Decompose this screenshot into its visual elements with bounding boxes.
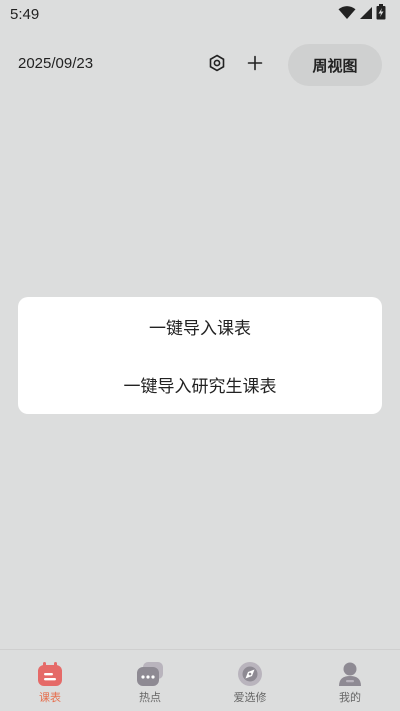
nav-label-schedule: 课表 [39, 691, 61, 704]
settings-hexagon-icon [208, 54, 226, 76]
add-button[interactable] [242, 52, 268, 78]
top-header: 2025/09/23 周视图 [0, 44, 400, 86]
status-bar: 5:49 [0, 0, 400, 28]
settings-button[interactable] [204, 52, 230, 78]
import-popup: 一键导入课表 一键导入研究生课表 [18, 297, 382, 414]
nav-label-hot: 热点 [139, 691, 161, 704]
status-icons [338, 4, 386, 24]
nav-item-me[interactable]: 我的 [300, 650, 400, 711]
battery-charging-icon [376, 4, 386, 24]
import-schedule-option[interactable]: 一键导入课表 [18, 306, 382, 346]
nav-label-me: 我的 [339, 691, 361, 704]
import-graduate-schedule-option[interactable]: 一键导入研究生课表 [18, 364, 382, 404]
plus-icon [247, 55, 263, 75]
current-date[interactable]: 2025/09/23 [18, 55, 93, 72]
compass-icon [235, 660, 265, 688]
status-time: 5:49 [10, 5, 40, 23]
schedule-icon [35, 660, 65, 688]
nav-item-elective[interactable]: 爱选修 [200, 650, 300, 711]
bottom-nav: 课表 热点 爱选修 我的 [0, 649, 400, 711]
nav-item-hot[interactable]: 热点 [100, 650, 200, 711]
profile-icon [335, 660, 365, 688]
app-screen: 5:49 2025/09/23 周视图 一键导入课表 一键导入研究生课表 课表 … [0, 0, 400, 711]
nav-label-elective: 爱选修 [233, 691, 267, 704]
week-view-button[interactable]: 周视图 [288, 44, 382, 86]
wifi-icon [338, 5, 356, 24]
nav-item-schedule[interactable]: 课表 [0, 650, 100, 711]
chat-bubbles-icon [135, 660, 165, 688]
cell-signal-icon [359, 5, 373, 24]
